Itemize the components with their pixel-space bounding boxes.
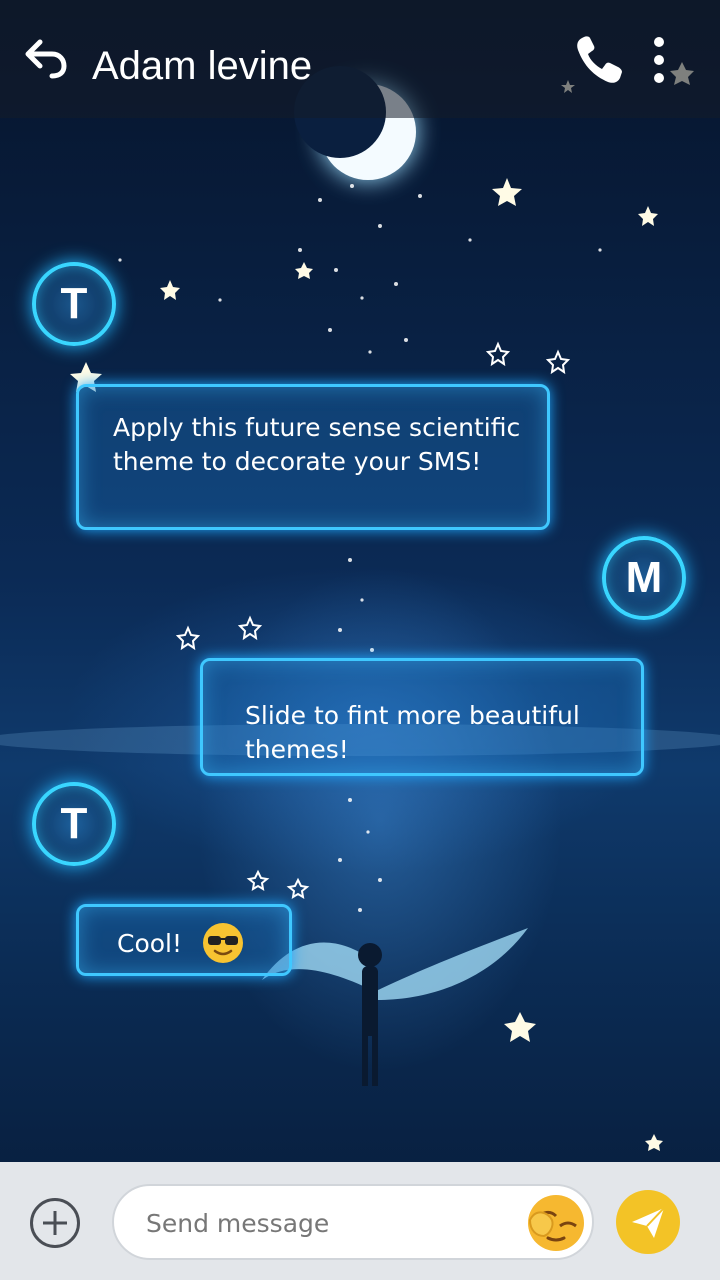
paper-plane-icon <box>632 1207 665 1238</box>
wallpaper-night-sky <box>0 0 720 1280</box>
message-input-container[interactable] <box>112 1184 594 1260</box>
message-text: Cool! <box>117 929 183 958</box>
contact-name-title: Adam levine <box>92 44 313 88</box>
message-bubble-incoming[interactable]: Cool! <box>76 904 292 976</box>
avatar-outgoing[interactable]: M <box>602 536 686 620</box>
star-dots <box>118 184 602 912</box>
avatar-incoming[interactable]: T <box>32 782 116 866</box>
message-text: Slide to fint more beautiful themes! <box>245 701 580 764</box>
message-bubble-outgoing[interactable]: Slide to fint more beautiful themes! <box>200 658 644 776</box>
sunglasses-emoji <box>203 923 243 963</box>
starfield <box>0 62 720 1151</box>
face-palm-emoji[interactable] <box>522 1190 588 1256</box>
message-text: Apply this future sense scientific theme… <box>113 413 521 476</box>
message-bubble-incoming[interactable]: Apply this future sense scientific theme… <box>76 384 550 530</box>
avatar-incoming[interactable]: T <box>32 262 116 346</box>
top-app-bar: Adam levine <box>0 0 720 118</box>
sparkle-stars <box>70 62 694 1151</box>
winged-figure-illustration <box>262 928 528 1086</box>
add-circle-icon[interactable] <box>30 1198 80 1248</box>
message-input[interactable] <box>144 1198 518 1248</box>
send-button[interactable] <box>616 1190 680 1254</box>
phone-icon[interactable] <box>570 32 626 88</box>
composer-bar <box>0 1162 720 1280</box>
back-arrow-icon[interactable] <box>22 34 70 82</box>
more-vert-icon[interactable] <box>646 34 672 86</box>
